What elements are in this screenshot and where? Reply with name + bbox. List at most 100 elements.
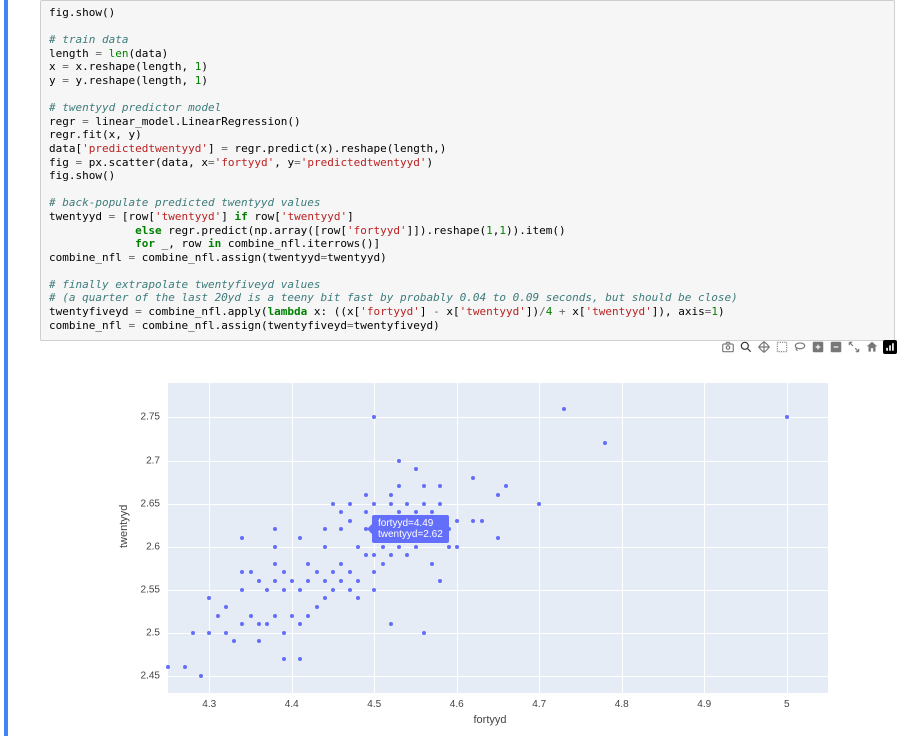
data-point[interactable] (381, 545, 385, 549)
data-point[interactable] (348, 519, 352, 523)
box-select-icon[interactable] (775, 340, 789, 354)
data-point[interactable] (372, 502, 376, 506)
data-point[interactable] (339, 527, 343, 531)
data-point[interactable] (339, 510, 343, 514)
data-point[interactable] (306, 614, 310, 618)
data-point[interactable] (282, 570, 286, 574)
data-point[interactable] (298, 536, 302, 540)
data-point[interactable] (306, 562, 310, 566)
data-point[interactable] (356, 545, 360, 549)
data-point[interactable] (207, 631, 211, 635)
data-point[interactable] (306, 579, 310, 583)
data-point[interactable] (414, 510, 418, 514)
data-point[interactable] (414, 467, 418, 471)
data-point[interactable] (364, 510, 368, 514)
data-point[interactable] (389, 622, 393, 626)
data-point[interactable] (240, 622, 244, 626)
data-point[interactable] (348, 502, 352, 506)
data-point[interactable] (471, 519, 475, 523)
data-point[interactable] (207, 596, 211, 600)
data-point[interactable] (232, 639, 236, 643)
data-point[interactable] (339, 579, 343, 583)
data-point[interactable] (397, 510, 401, 514)
data-point[interactable] (397, 459, 401, 463)
data-point[interactable] (422, 502, 426, 506)
data-point[interactable] (265, 622, 269, 626)
data-point[interactable] (603, 441, 607, 445)
data-point[interactable] (257, 579, 261, 583)
plotly-logo-icon[interactable] (883, 340, 897, 354)
code-block[interactable]: fig.show() # train data length = len(dat… (40, 0, 895, 341)
data-point[interactable] (273, 614, 277, 618)
data-point[interactable] (372, 570, 376, 574)
plot-area[interactable]: fortyyd=4.49twentyyd=2.62 (168, 383, 828, 693)
data-point[interactable] (257, 622, 261, 626)
data-point[interactable] (389, 553, 393, 557)
data-point[interactable] (249, 570, 253, 574)
data-point[interactable] (430, 510, 434, 514)
data-point[interactable] (315, 570, 319, 574)
data-point[interactable] (389, 493, 393, 497)
data-point[interactable] (504, 484, 508, 488)
data-point[interactable] (364, 553, 368, 557)
magnify-icon[interactable] (739, 340, 753, 354)
data-point[interactable] (447, 545, 451, 549)
data-point[interactable] (199, 674, 203, 678)
camera-icon[interactable] (721, 340, 735, 354)
data-point[interactable] (331, 502, 335, 506)
data-point[interactable] (496, 493, 500, 497)
data-point[interactable] (166, 665, 170, 669)
data-point[interactable] (372, 553, 376, 557)
data-point[interactable] (372, 415, 376, 419)
data-point[interactable] (438, 579, 442, 583)
data-point[interactable] (240, 536, 244, 540)
data-point[interactable] (273, 562, 277, 566)
data-point[interactable] (537, 502, 541, 506)
data-point[interactable] (397, 545, 401, 549)
data-point[interactable] (356, 596, 360, 600)
data-point[interactable] (422, 484, 426, 488)
data-point[interactable] (240, 570, 244, 574)
home-icon[interactable] (865, 340, 879, 354)
data-point[interactable] (405, 502, 409, 506)
scatter-chart[interactable]: fortyyd=4.49twentyyd=2.62 fortyyd twenty… (100, 375, 880, 735)
data-point[interactable] (455, 519, 459, 523)
data-point[interactable] (496, 536, 500, 540)
data-point[interactable] (480, 519, 484, 523)
data-point[interactable] (191, 631, 195, 635)
data-point[interactable] (381, 562, 385, 566)
data-point[interactable] (339, 562, 343, 566)
data-point[interactable] (438, 484, 442, 488)
data-point[interactable] (249, 614, 253, 618)
data-point[interactable] (290, 614, 294, 618)
data-point[interactable] (389, 502, 393, 506)
data-point[interactable] (273, 545, 277, 549)
data-point[interactable] (323, 527, 327, 531)
lasso-select-icon[interactable] (793, 340, 807, 354)
data-point[interactable] (348, 588, 352, 592)
data-point[interactable] (257, 639, 261, 643)
data-point[interactable] (331, 570, 335, 574)
data-point[interactable] (372, 588, 376, 592)
data-point[interactable] (183, 665, 187, 669)
data-point[interactable] (438, 502, 442, 506)
data-point[interactable] (298, 588, 302, 592)
data-point[interactable] (397, 484, 401, 488)
zoom-in-icon[interactable] (811, 340, 825, 354)
data-point[interactable] (348, 570, 352, 574)
data-point[interactable] (356, 579, 360, 583)
data-point[interactable] (331, 588, 335, 592)
data-point[interactable] (224, 631, 228, 635)
data-point[interactable] (282, 657, 286, 661)
data-point[interactable] (273, 527, 277, 531)
data-point[interactable] (364, 493, 368, 497)
data-point[interactable] (315, 605, 319, 609)
data-point[interactable] (323, 545, 327, 549)
data-point[interactable] (290, 579, 294, 583)
autoscale-icon[interactable] (847, 340, 861, 354)
data-point[interactable] (455, 545, 459, 549)
zoom-out-icon[interactable] (829, 340, 843, 354)
data-point[interactable] (785, 415, 789, 419)
pan-icon[interactable] (757, 340, 771, 354)
data-point[interactable] (298, 657, 302, 661)
